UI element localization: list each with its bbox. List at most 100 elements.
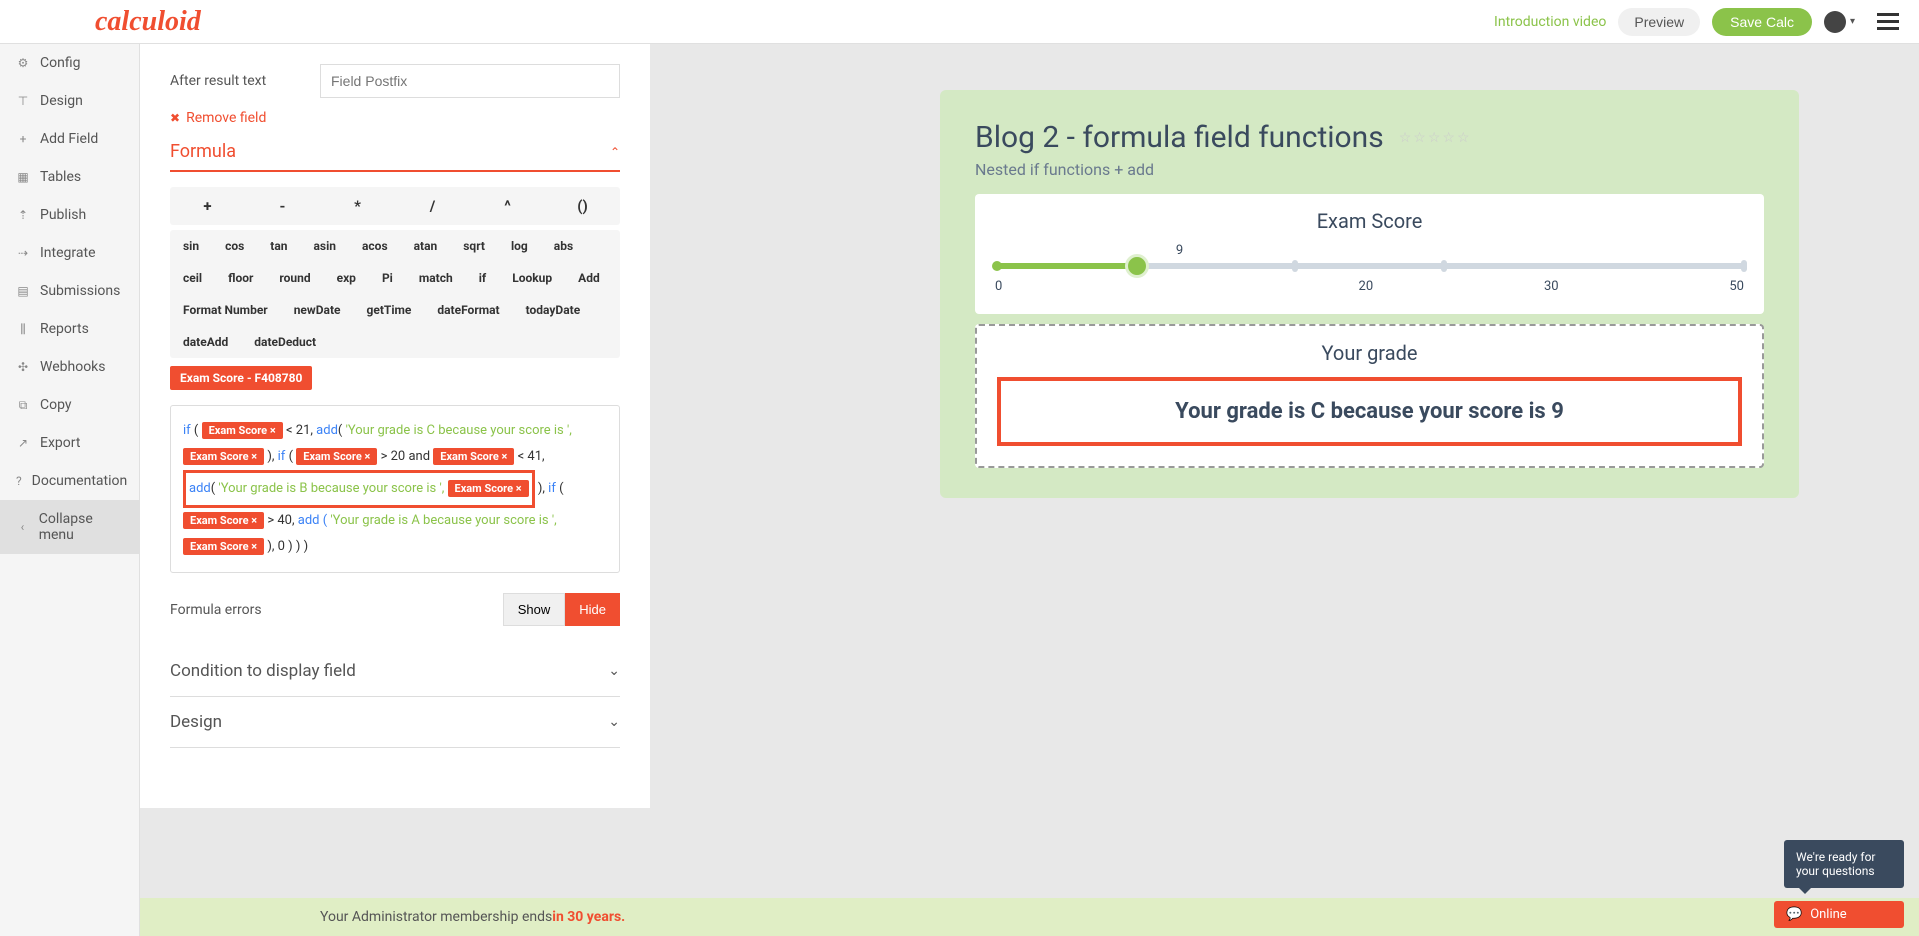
rating-stars[interactable]: ☆☆☆☆☆: [1399, 130, 1472, 146]
sidebar-item-publish[interactable]: ⇡Publish: [0, 196, 139, 234]
slider-tick: [1741, 260, 1747, 272]
slider-tick: [1441, 260, 1447, 272]
tag-exam-score[interactable]: Exam Score ×: [183, 538, 264, 555]
fn-dateformat[interactable]: dateFormat: [424, 294, 512, 326]
fn-datededuct[interactable]: dateDeduct: [241, 326, 329, 358]
slider-fill: [995, 263, 1137, 269]
show-button[interactable]: Show: [503, 593, 566, 626]
fn-todaydate[interactable]: todayDate: [513, 294, 594, 326]
fn-pi[interactable]: Pi: [369, 262, 406, 294]
fn-log[interactable]: log: [498, 230, 541, 262]
tag-exam-score[interactable]: Exam Score ×: [448, 480, 529, 497]
fn-asin[interactable]: asin: [301, 230, 350, 262]
fn-atan[interactable]: atan: [401, 230, 451, 262]
functions-grid: sin cos tan asin acos atan sqrt log abs …: [170, 230, 620, 358]
sidebar-item-submissions[interactable]: ▤Submissions: [0, 272, 139, 310]
fn-sin[interactable]: sin: [170, 230, 212, 262]
fn-format-number[interactable]: Format Number: [170, 294, 281, 326]
fn-abs[interactable]: abs: [541, 230, 586, 262]
exam-score-chip[interactable]: Exam Score - F408780: [170, 366, 312, 390]
sidebar-item-integrate[interactable]: ⇢Integrate: [0, 234, 139, 272]
grid-icon: ▦: [16, 170, 30, 184]
slider-start-dot: [992, 261, 1002, 271]
op-divide[interactable]: /: [395, 187, 470, 225]
hamburger-icon[interactable]: [1877, 13, 1899, 30]
fn-newdate[interactable]: newDate: [281, 294, 354, 326]
logo: calculoid: [95, 6, 201, 38]
webhook-icon: ✣: [16, 360, 30, 374]
preview-button[interactable]: Preview: [1618, 8, 1700, 36]
sidebar-item-config[interactable]: ⚙Config: [0, 44, 139, 82]
sidebar-item-label: Export: [40, 435, 80, 451]
tag-exam-score[interactable]: Exam Score ×: [202, 422, 283, 439]
chevron-down-icon: ⌄: [608, 663, 620, 679]
op-plus[interactable]: +: [170, 187, 245, 225]
sidebar-item-documentation[interactable]: ? Documentation: [0, 462, 139, 500]
copy-icon: ⧉: [16, 398, 30, 412]
fn-if[interactable]: if: [466, 262, 499, 294]
sidebar-item-label: Documentation: [32, 473, 128, 489]
sidebar-item-reports[interactable]: ⫼Reports: [0, 310, 139, 348]
condition-title: Condition to display field: [170, 661, 356, 681]
fn-dateadd[interactable]: dateAdd: [170, 326, 241, 358]
user-menu[interactable]: ▾: [1824, 11, 1855, 33]
sidebar-item-add-field[interactable]: +Add Field: [0, 120, 139, 158]
sidebar-item-export[interactable]: ↗Export: [0, 424, 139, 462]
fn-add[interactable]: Add: [565, 262, 613, 294]
sidebar-item-label: Publish: [40, 207, 86, 223]
paren: (: [338, 423, 342, 438]
fn-match[interactable]: match: [406, 262, 466, 294]
paren: (: [559, 481, 563, 496]
op-power[interactable]: ^: [470, 187, 545, 225]
chat-button[interactable]: 💬 Online: [1774, 901, 1904, 928]
fn-tan[interactable]: tan: [257, 230, 300, 262]
after-result-input[interactable]: [320, 64, 620, 98]
fn-sqrt[interactable]: sqrt: [450, 230, 498, 262]
text: < 21,: [286, 423, 316, 438]
tag-exam-score[interactable]: Exam Score ×: [183, 512, 264, 529]
sidebar-item-copy[interactable]: ⧉ Copy: [0, 386, 139, 424]
condition-section[interactable]: Condition to display field ⌄: [170, 646, 620, 697]
fn-ceil[interactable]: ceil: [170, 262, 215, 294]
sidebar-item-label: Copy: [40, 397, 72, 413]
fn-acos[interactable]: acos: [349, 230, 401, 262]
hide-button[interactable]: Hide: [565, 593, 620, 626]
sidebar-item-label: Webhooks: [40, 359, 106, 375]
fn-round[interactable]: round: [266, 262, 323, 294]
op-parens[interactable]: (): [545, 187, 620, 225]
chat-label: Online: [1810, 907, 1847, 922]
op-multiply[interactable]: *: [320, 187, 395, 225]
formula-section-header[interactable]: Formula ⌃: [170, 141, 620, 172]
string: 'Your grade is A because your score is '…: [330, 513, 556, 528]
remove-field-link[interactable]: ✖ Remove field: [170, 110, 620, 126]
sidebar-item-design[interactable]: ⊤Design: [0, 82, 139, 120]
intro-video-link[interactable]: Introduction video: [1494, 14, 1606, 30]
sidebar-item-label: Submissions: [40, 283, 120, 299]
formula-errors-row: Formula errors Show Hide: [170, 593, 620, 626]
slider[interactable]: [995, 263, 1744, 269]
text: ),: [538, 481, 548, 496]
fn-floor[interactable]: floor: [215, 262, 266, 294]
tag-exam-score[interactable]: Exam Score ×: [296, 448, 377, 465]
save-calc-button[interactable]: Save Calc: [1712, 8, 1812, 36]
fn-cos[interactable]: cos: [212, 230, 257, 262]
slider-thumb[interactable]: [1125, 254, 1149, 278]
formula-editor[interactable]: if ( Exam Score × < 21, add( 'Your grade…: [170, 405, 620, 573]
tag-exam-score[interactable]: Exam Score ×: [433, 448, 514, 465]
sidebar-item-label: Reports: [40, 321, 89, 337]
op-minus[interactable]: -: [245, 187, 320, 225]
sidebar-item-tables[interactable]: ▦Tables: [0, 158, 139, 196]
fn-add: add: [316, 423, 338, 438]
fn-exp[interactable]: exp: [324, 262, 369, 294]
after-result-row: After result text: [170, 64, 620, 98]
fn-lookup[interactable]: Lookup: [499, 262, 565, 294]
grade-result: Your grade is C because your score is 9: [997, 377, 1742, 446]
highlighted-add: add( 'Your grade is B because your score…: [183, 470, 535, 508]
fn-gettime[interactable]: getTime: [353, 294, 424, 326]
tag-exam-score[interactable]: Exam Score ×: [183, 448, 264, 465]
plus-icon: +: [16, 132, 30, 146]
sidebar-item-webhooks[interactable]: ✣ Webhooks: [0, 348, 139, 386]
help-icon: ?: [16, 474, 22, 488]
design-section[interactable]: Design ⌄: [170, 697, 620, 748]
sidebar-item-collapse[interactable]: ‹Collapse menu: [0, 500, 139, 554]
